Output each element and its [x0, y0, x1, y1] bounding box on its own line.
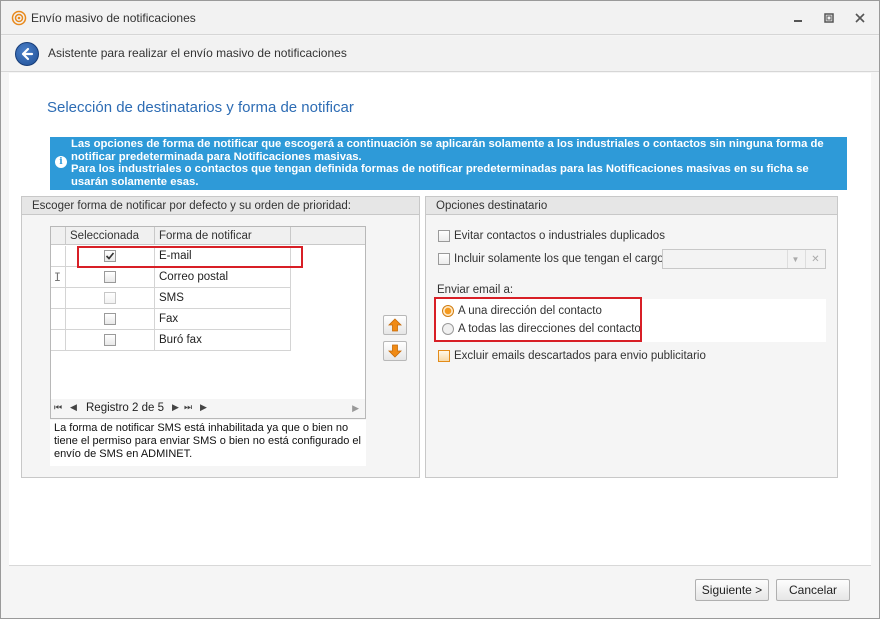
section-title: Selección de destinatarios y forma de no… [47, 99, 354, 116]
arrow-left-icon [21, 47, 34, 61]
footer-divider [9, 565, 871, 566]
end-record-icon[interactable]: ▶ [200, 402, 207, 413]
recipient-options-title: Opciones destinatario [426, 197, 837, 215]
exclude-emails-checkbox[interactable] [438, 350, 450, 362]
wizard-header-text: Asistente para realizar el envío masivo … [48, 46, 347, 60]
avoid-duplicates-label[interactable]: Evitar contactos o industriales duplicad… [454, 230, 665, 242]
table-row[interactable]: Fax [51, 309, 365, 330]
method-cell[interactable]: Buró fax [155, 330, 291, 351]
method-cell[interactable]: Correo postal [155, 267, 291, 288]
selected-cell[interactable] [66, 288, 155, 309]
info-icon: i [55, 156, 67, 168]
only-position-label[interactable]: Incluir solamente los que tengan el carg… [454, 253, 667, 265]
maximize-button[interactable] [817, 7, 841, 29]
position-combobox[interactable]: ▼ ✕ [662, 249, 826, 269]
table-row[interactable]: SMS [51, 288, 365, 309]
prev-record-icon[interactable]: ◀ [70, 402, 77, 413]
record-counter: Registro 2 de 5 [86, 402, 164, 414]
last-record-icon[interactable]: ⏭ [184, 402, 192, 413]
column-header-method[interactable]: Forma de notificar [155, 227, 291, 245]
main-window: Envío masivo de notificaciones Asistente… [0, 0, 880, 619]
exclude-emails-label[interactable]: Excluir emails descartados para envio pu… [454, 350, 706, 362]
cancel-button[interactable]: Cancelar [776, 579, 850, 601]
send-email-label: Enviar email a: [437, 284, 514, 296]
row-indicator-header [51, 227, 66, 245]
scroll-right-icon[interactable]: ▶ [352, 403, 359, 414]
arrow-up-icon [388, 318, 402, 332]
chevron-down-icon[interactable]: ▼ [787, 250, 803, 268]
sms-disabled-note: La forma de notificar SMS está inhabilit… [50, 420, 366, 466]
row-checkbox[interactable] [104, 292, 116, 304]
move-up-button[interactable] [383, 315, 407, 335]
close-button[interactable] [848, 7, 872, 29]
selected-cell[interactable] [66, 330, 155, 351]
content-area: Selección de destinatarios y forma de no… [9, 73, 871, 565]
broadcast-icon [11, 10, 27, 26]
row-indicator [51, 288, 66, 309]
row-checkbox[interactable] [104, 334, 116, 346]
record-navigator: ⏮ ◀ Registro 2 de 5 ▶ ⏭ ▶ ▶ [51, 399, 365, 418]
table-row[interactable]: Buró fax [51, 330, 365, 351]
only-position-checkbox[interactable] [438, 253, 450, 265]
highlight-radio-group [434, 297, 642, 342]
move-down-button[interactable] [383, 341, 407, 361]
selected-cell[interactable] [66, 309, 155, 330]
row-indicator [51, 330, 66, 351]
avoid-duplicates-checkbox[interactable] [438, 230, 450, 242]
row-indicator [51, 309, 66, 330]
method-cell[interactable]: Fax [155, 309, 291, 330]
notify-method-group-title: Escoger forma de notificar por defecto y… [22, 197, 419, 215]
wizard-header: Asistente para realizar el envío masivo … [1, 36, 879, 72]
info-line-1: Las opciones de forma de notificar que e… [71, 138, 824, 163]
row-indicator [51, 246, 66, 267]
window-title: Envío masivo de notificaciones [31, 11, 196, 25]
minimize-button[interactable] [786, 7, 810, 29]
close-icon [855, 13, 865, 23]
row-checkbox[interactable] [104, 271, 116, 283]
selected-cell[interactable] [66, 267, 155, 288]
maximize-icon [824, 13, 834, 23]
minimize-icon [794, 20, 802, 22]
back-button[interactable] [15, 42, 39, 66]
highlight-email-row [77, 246, 303, 268]
title-bar: Envío masivo de notificaciones [1, 1, 879, 35]
info-line-2: Para los industriales o contactos que te… [71, 163, 809, 188]
next-button[interactable]: Siguiente > [695, 579, 769, 601]
row-indicator: I [51, 267, 66, 288]
next-record-icon[interactable]: ▶ [172, 402, 179, 413]
clear-icon[interactable]: ✕ [805, 250, 825, 268]
method-cell[interactable]: SMS [155, 288, 291, 309]
row-checkbox[interactable] [104, 313, 116, 325]
info-banner: i Las opciones de forma de notificar que… [50, 137, 847, 190]
grid-header: Seleccionada Forma de notificar [51, 227, 365, 245]
first-record-icon[interactable]: ⏮ [54, 402, 62, 413]
arrow-down-icon [388, 344, 402, 358]
table-row[interactable]: I Correo postal [51, 267, 365, 288]
column-header-selected[interactable]: Seleccionada [66, 227, 155, 245]
